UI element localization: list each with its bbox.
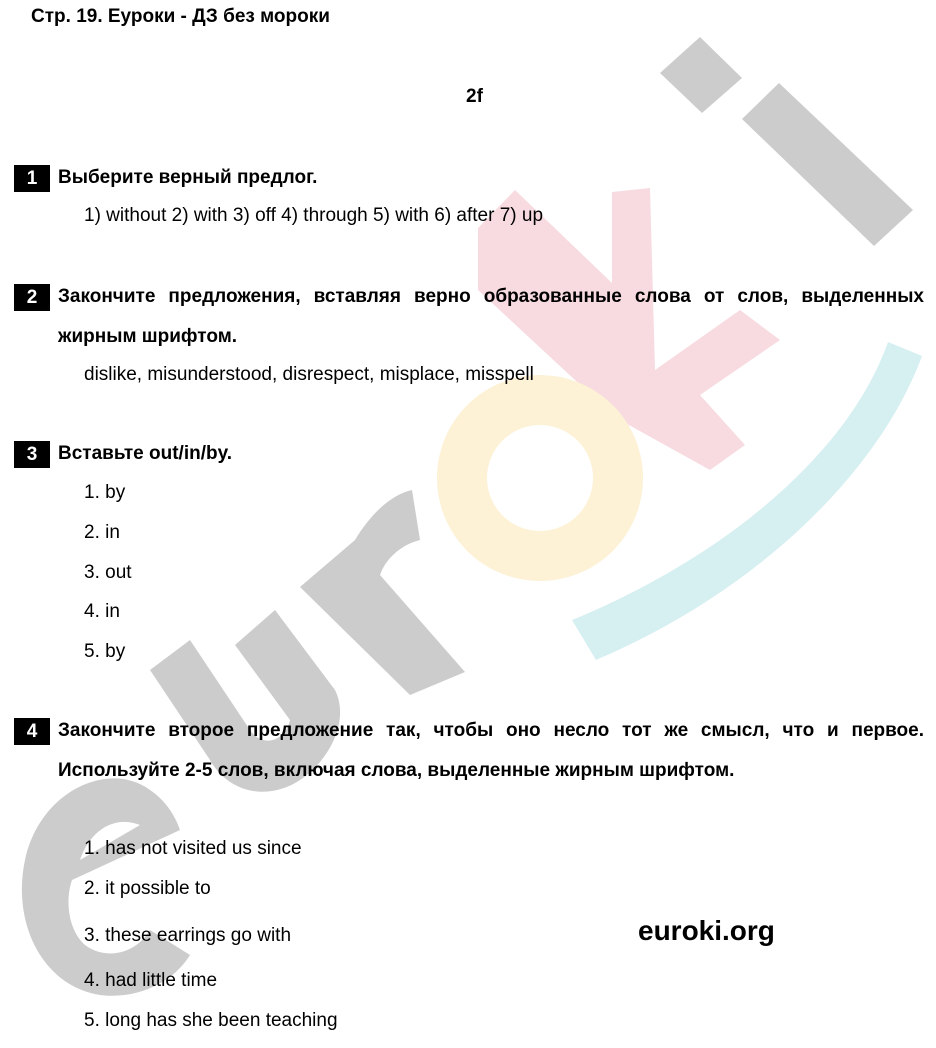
task-4-heading: 4 Закончите второе предложение так, чтоб… bbox=[14, 718, 924, 791]
document-page: Стр. 19. Еуроки - ДЗ без мороки 2f 1 Выб… bbox=[0, 0, 936, 1048]
task-2-heading: 2 Закончите предложения, вставляя верно … bbox=[14, 284, 924, 357]
task-title: Выберите верный предлог. bbox=[58, 167, 318, 188]
task-title: Закончите второе предложение так, чтобы … bbox=[58, 720, 924, 781]
list-item: 3. out bbox=[84, 562, 132, 583]
list-item: 5. long has she been teaching bbox=[84, 1010, 338, 1031]
list-item: 1. by bbox=[84, 482, 126, 503]
list-item: 1. has not visited us since bbox=[84, 838, 302, 859]
task-title: Вставьте out/in/by. bbox=[58, 443, 233, 464]
list-item: 2. it possible to bbox=[84, 878, 211, 899]
task-1-answer: 1) without 2) with 3) off 4) through 5) … bbox=[84, 205, 544, 226]
page-header: Стр. 19. Еуроки - ДЗ без мороки bbox=[31, 6, 330, 27]
section-code: 2f bbox=[466, 86, 483, 107]
list-item: 4. had little time bbox=[84, 970, 218, 991]
task-2-answer: dislike, misunderstood, disrespect, misp… bbox=[84, 364, 534, 385]
task-number-badge: 2 bbox=[14, 284, 50, 311]
list-item: 4. in bbox=[84, 601, 120, 622]
site-label: euroki.org bbox=[638, 915, 775, 946]
task-number-badge: 4 bbox=[14, 718, 50, 745]
task-title: Закончите предложения, вставляя верно об… bbox=[58, 286, 924, 347]
list-item: 2. in bbox=[84, 522, 120, 543]
list-item: 3. these earrings go with bbox=[84, 925, 292, 946]
task-number-badge: 1 bbox=[14, 165, 50, 192]
list-item: 5. by bbox=[84, 641, 126, 662]
task-3-heading: 3 Вставьте out/in/by. bbox=[14, 441, 924, 474]
task-number-badge: 3 bbox=[14, 441, 50, 468]
task-1-heading: 1 Выберите верный предлог. bbox=[14, 165, 924, 198]
